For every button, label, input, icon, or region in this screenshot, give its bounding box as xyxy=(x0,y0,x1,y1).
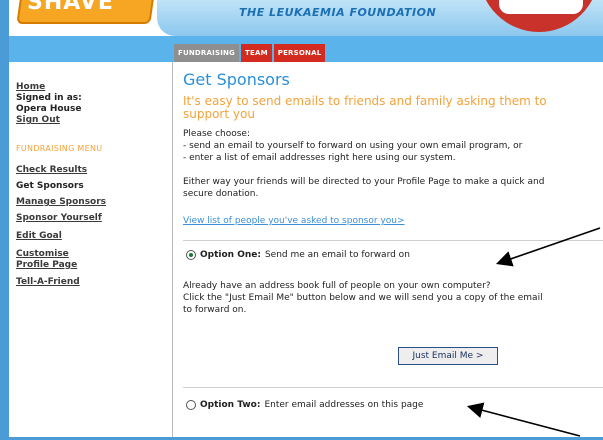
sign-out-link[interactable]: Sign Out xyxy=(16,115,60,125)
section-tabs: FUNDRAISING TEAM PERSONAL xyxy=(174,44,326,62)
sidebar-item-sponsor-yourself[interactable]: Sponsor Yourself xyxy=(16,213,102,223)
annotation-arrow-option-two xyxy=(466,402,581,437)
option-one-row[interactable]: Option One: Send me an email to forward … xyxy=(186,250,410,260)
header-banner: SHAVE THE LEUKAEMIA FOUNDATION xyxy=(9,0,603,36)
left-edge-bar xyxy=(0,0,9,440)
either-way-text-2: secure donation. xyxy=(183,189,259,199)
page-title: Get Sponsors xyxy=(183,70,290,89)
choice-one-text: - send an email to yourself to forward o… xyxy=(183,141,523,151)
view-sponsor-list-link[interactable]: View list of people you've asked to spon… xyxy=(183,216,404,226)
option-two-row[interactable]: Option Two: Enter email addresses on thi… xyxy=(186,400,423,410)
option-one-desc-2: Click the "Just Email Me" button below a… xyxy=(183,293,543,303)
option-two-text: Enter email addresses on this page xyxy=(264,400,424,410)
sidebar-item-manage-sponsors[interactable]: Manage Sponsors xyxy=(16,197,106,207)
either-way-text-1: Either way your friends will be directed… xyxy=(183,177,545,187)
signed-in-label: Signed in as: xyxy=(16,93,82,103)
option-two-radio[interactable] xyxy=(186,400,196,410)
tab-team[interactable]: TEAM xyxy=(241,44,272,62)
sidebar-item-tell-a-friend[interactable]: Tell-A-Friend xyxy=(16,277,80,287)
user-name: Opera House xyxy=(16,104,82,114)
just-email-me-button[interactable]: Just Email Me > xyxy=(398,347,498,365)
foundation-name: THE LEUKAEMIA FOUNDATION xyxy=(239,6,437,19)
option-one-desc-1: Already have an address book full of peo… xyxy=(183,281,491,291)
section-divider-top xyxy=(183,240,603,241)
option-one-title: Option One: xyxy=(200,250,261,260)
sidebar-item-get-sponsors[interactable]: Get Sponsors xyxy=(16,181,84,191)
choose-label: Please choose: xyxy=(183,129,250,139)
logo-text: SHAVE xyxy=(27,0,114,15)
annotation-arrow-option-one xyxy=(495,227,601,267)
choice-two-text: - enter a list of email addresses right … xyxy=(183,153,456,163)
page-subtitle: It's easy to send emails to friends and … xyxy=(183,94,547,121)
tab-personal[interactable]: PERSONAL xyxy=(273,44,326,62)
sidebar-item-edit-goal[interactable]: Edit Goal xyxy=(16,231,62,241)
option-one-text: Send me an email to forward on xyxy=(264,250,410,260)
option-one-desc-3: to forward on. xyxy=(183,305,247,315)
tab-fundraising[interactable]: FUNDRAISING xyxy=(174,44,239,62)
option-two-title: Option Two: xyxy=(200,400,261,410)
sidebar-item-customise-profile[interactable]: Customise Profile Page xyxy=(16,249,96,271)
option-one-radio[interactable] xyxy=(186,250,196,260)
sidebar-item-check-results[interactable]: Check Results xyxy=(16,165,87,175)
teeth-graphic xyxy=(499,0,583,14)
sidebar-divider xyxy=(172,62,173,440)
section-divider-bottom xyxy=(183,387,603,388)
fundraising-menu-title: FUNDRAISING MENU xyxy=(16,144,103,153)
sidebar-home-link[interactable]: Home xyxy=(16,82,45,92)
